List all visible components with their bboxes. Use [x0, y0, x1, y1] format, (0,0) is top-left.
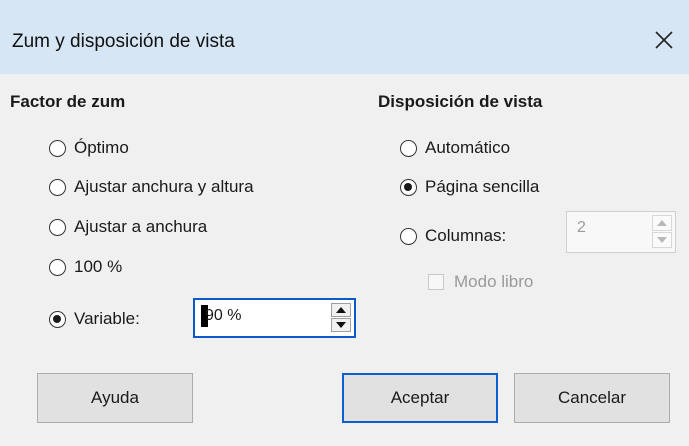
radio-100-percent[interactable]: 100 %	[49, 255, 122, 279]
radio-automatic[interactable]: Automático	[400, 136, 510, 160]
radio-variable-label: Variable:	[74, 309, 140, 328]
columns-value[interactable]: 2	[577, 219, 586, 237]
cancel-button[interactable]: Cancelar	[514, 373, 670, 423]
radio-optimal-circle[interactable]	[49, 139, 66, 157]
close-button[interactable]	[639, 17, 689, 63]
radio-fit-width-height-circle[interactable]	[49, 178, 66, 196]
book-mode-checkbox-box[interactable]	[428, 274, 444, 290]
radio-100-percent-label: 100 %	[74, 257, 123, 276]
arrow-down-icon	[657, 237, 667, 243]
variable-zoom-value[interactable]: 90 %	[205, 307, 241, 325]
columns-spinbox[interactable]: 2	[566, 211, 676, 253]
radio-columns[interactable]: Columnas:	[400, 224, 506, 248]
title-bar: Zum y disposición de vista	[0, 0, 689, 74]
radio-fit-width[interactable]: Ajustar a anchura	[49, 215, 207, 239]
radio-fit-width-height-label: Ajustar anchura y altura	[74, 177, 254, 196]
radio-automatic-label: Automático	[425, 138, 511, 157]
radio-variable[interactable]: Variable:	[49, 307, 140, 331]
radio-fit-width-circle[interactable]	[49, 218, 66, 236]
radio-optimal[interactable]: Óptimo	[49, 136, 129, 160]
book-mode-checkbox[interactable]: Modo libro	[428, 270, 533, 294]
radio-columns-circle[interactable]	[400, 227, 417, 245]
radio-fit-width-height[interactable]: Ajustar anchura y altura	[49, 175, 254, 199]
ok-button[interactable]: Aceptar	[342, 373, 498, 423]
radio-columns-label: Columnas:	[425, 226, 507, 245]
variable-zoom-spinbox[interactable]: 90 %	[193, 298, 356, 338]
variable-zoom-spin-buttons	[331, 303, 351, 333]
arrow-up-icon	[336, 307, 346, 313]
radio-automatic-circle[interactable]	[400, 139, 417, 157]
radio-fit-width-label: Ajustar a anchura	[74, 217, 208, 236]
radio-100-percent-circle[interactable]	[49, 258, 66, 276]
arrow-down-icon	[336, 322, 346, 328]
radio-single-page-label: Página sencilla	[425, 177, 540, 196]
variable-zoom-down-button[interactable]	[331, 318, 351, 332]
variable-zoom-up-button[interactable]	[331, 303, 351, 317]
columns-up-button[interactable]	[652, 215, 672, 231]
columns-down-button[interactable]	[652, 232, 672, 248]
radio-single-page[interactable]: Página sencilla	[400, 175, 539, 199]
arrow-up-icon	[657, 220, 667, 226]
radio-single-page-circle[interactable]	[400, 178, 417, 196]
help-button[interactable]: Ayuda	[37, 373, 193, 423]
radio-optimal-label: Óptimo	[74, 138, 129, 157]
zoom-factor-title: Factor de zum	[10, 92, 126, 111]
book-mode-label: Modo libro	[454, 272, 534, 291]
view-layout-title: Disposición de vista	[378, 92, 543, 111]
columns-spin-buttons	[652, 215, 672, 249]
close-icon	[655, 31, 673, 49]
window-title: Zum y disposición de vista	[12, 31, 235, 52]
radio-variable-circle[interactable]	[49, 310, 66, 328]
